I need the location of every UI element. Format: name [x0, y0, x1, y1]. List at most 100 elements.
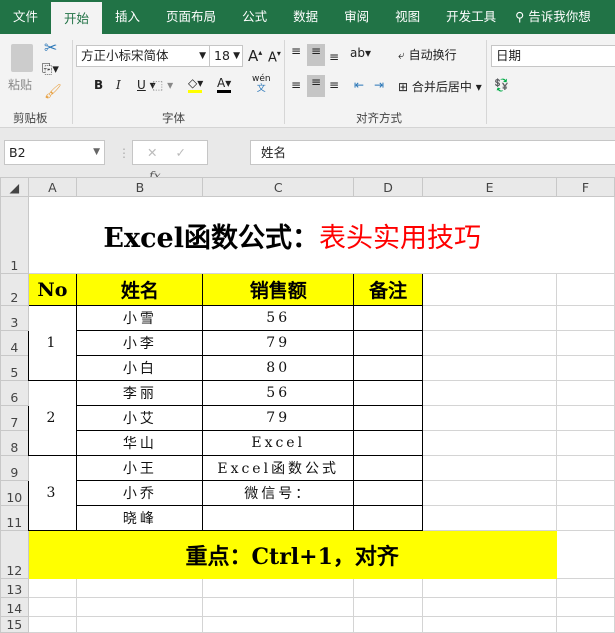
row-header[interactable]: 7: [0, 405, 29, 431]
row-header[interactable]: 9: [0, 455, 29, 481]
group-no-cell[interactable]: 2: [27, 380, 78, 456]
tab-home[interactable]: 开始: [51, 2, 103, 34]
tab-view[interactable]: 视图: [382, 0, 433, 34]
align-left-button[interactable]: ≡: [291, 78, 301, 92]
column-header[interactable]: C: [202, 177, 354, 197]
cell[interactable]: [352, 597, 424, 617]
fill-color-button[interactable]: ◇▾: [188, 76, 203, 93]
cell[interactable]: [27, 578, 78, 598]
copy-icon[interactable]: ⎘▾: [42, 62, 59, 77]
column-header[interactable]: E: [422, 177, 557, 197]
cell[interactable]: [76, 578, 204, 598]
cell[interactable]: [202, 597, 354, 617]
row-header[interactable]: 5: [0, 355, 29, 381]
sales-cell[interactable]: Excel函数公式: [202, 455, 354, 481]
footer-cell[interactable]: 重点：Ctrl+1，对齐: [27, 530, 557, 579]
font-color-button[interactable]: A▾: [217, 76, 231, 93]
paste-button[interactable]: 粘贴: [8, 76, 32, 93]
sales-cell[interactable]: [202, 505, 354, 531]
notes-cell[interactable]: [352, 480, 424, 506]
name-cell[interactable]: 晓峰: [76, 505, 204, 531]
cell[interactable]: [76, 616, 204, 633]
sales-cell[interactable]: Excel: [202, 430, 354, 456]
notes-cell[interactable]: [352, 355, 424, 381]
cell[interactable]: [555, 530, 615, 579]
tab-insert[interactable]: 插入: [102, 0, 153, 34]
cell[interactable]: [352, 616, 424, 633]
notes-cell[interactable]: [352, 455, 424, 481]
cell[interactable]: [555, 380, 615, 406]
name-cell[interactable]: 小李: [76, 330, 204, 356]
font-name-select[interactable]: 方正小标宋简体 ▼: [76, 45, 210, 67]
notes-cell[interactable]: [352, 405, 424, 431]
notes-cell[interactable]: [352, 430, 424, 456]
increase-font-icon[interactable]: A▴: [248, 47, 262, 65]
cell[interactable]: [422, 273, 557, 306]
row-header[interactable]: 8: [0, 430, 29, 456]
merge-center-button[interactable]: ⊞ 合并后居中 ▾: [398, 78, 482, 95]
sales-cell[interactable]: 79: [202, 405, 354, 431]
sales-cell[interactable]: 56: [202, 305, 354, 331]
number-format-select[interactable]: 日期: [491, 45, 615, 67]
cell[interactable]: [422, 455, 557, 481]
name-cell[interactable]: 小雪: [76, 305, 204, 331]
cell[interactable]: [555, 330, 615, 356]
name-box[interactable]: B2 ▼: [4, 140, 105, 165]
notes-cell[interactable]: [352, 505, 424, 531]
cell[interactable]: [422, 330, 557, 356]
wrap-text-button[interactable]: ⤶ 自动换行: [398, 46, 457, 63]
cell[interactable]: [422, 405, 557, 431]
decrease-font-icon[interactable]: A▾: [268, 49, 281, 65]
cell[interactable]: [422, 380, 557, 406]
cell[interactable]: [422, 355, 557, 381]
cell[interactable]: [202, 616, 354, 633]
column-header[interactable]: D: [352, 177, 424, 197]
group-no-cell[interactable]: 3: [27, 455, 78, 531]
font-size-select[interactable]: 18 ▼: [209, 45, 243, 67]
cell[interactable]: [422, 305, 557, 331]
formula-input[interactable]: 姓名: [250, 140, 615, 165]
cut-icon[interactable]: ✂: [44, 38, 57, 57]
cell[interactable]: [555, 430, 615, 456]
header-name[interactable]: 姓名: [76, 273, 204, 306]
row-header[interactable]: 1: [0, 196, 29, 274]
tab-formulas[interactable]: 公式: [229, 0, 280, 34]
title-cell[interactable]: Excel函数公式：表头实用技巧: [27, 196, 557, 274]
sales-cell[interactable]: 56: [202, 380, 354, 406]
cell[interactable]: [555, 196, 615, 274]
cell[interactable]: [555, 405, 615, 431]
name-cell[interactable]: 小艾: [76, 405, 204, 431]
tab-review[interactable]: 审阅: [331, 0, 382, 34]
cell[interactable]: [555, 597, 615, 617]
column-header[interactable]: F: [555, 177, 615, 197]
format-painter-icon[interactable]: 🖌: [44, 84, 62, 100]
header-sales[interactable]: 销售额: [202, 273, 354, 306]
cell[interactable]: [555, 455, 615, 481]
bold-button[interactable]: B: [94, 78, 103, 92]
name-cell[interactable]: 李丽: [76, 380, 204, 406]
tab-file[interactable]: 文件: [0, 0, 51, 34]
cell[interactable]: [422, 480, 557, 506]
cell[interactable]: [555, 480, 615, 506]
cell[interactable]: [555, 273, 615, 306]
cell[interactable]: [422, 578, 557, 598]
cell[interactable]: [555, 505, 615, 531]
orientation-button[interactable]: ab▾: [350, 46, 371, 60]
cell[interactable]: [422, 430, 557, 456]
align-right-button[interactable]: ≡: [329, 78, 339, 92]
cell[interactable]: [555, 355, 615, 381]
cancel-icon[interactable]: ✕: [147, 145, 157, 160]
align-center-button[interactable]: ≡: [307, 75, 325, 97]
name-cell[interactable]: 小白: [76, 355, 204, 381]
cell[interactable]: [352, 578, 424, 598]
row-header[interactable]: 11: [0, 505, 29, 531]
decrease-indent-button[interactable]: ⇤: [354, 78, 364, 92]
row-header[interactable]: 6: [0, 380, 29, 406]
cell[interactable]: [76, 597, 204, 617]
tab-page-layout[interactable]: 页面布局: [153, 0, 229, 34]
name-cell[interactable]: 小王: [76, 455, 204, 481]
row-header[interactable]: 3: [0, 305, 29, 331]
italic-button[interactable]: I: [116, 78, 121, 92]
cell[interactable]: [27, 616, 78, 633]
phonetic-button[interactable]: wén 文: [252, 74, 271, 94]
